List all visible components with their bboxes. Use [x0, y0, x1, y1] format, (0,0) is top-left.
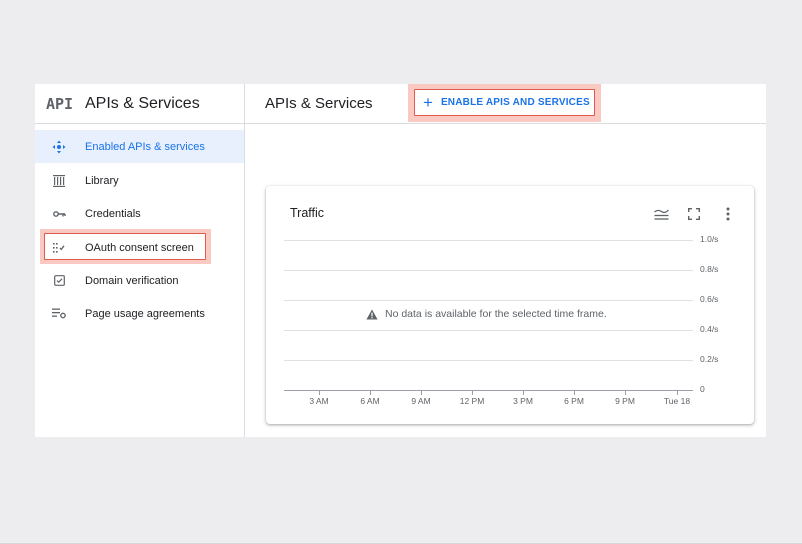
sidebar-item-enabled-apis[interactable]: Enabled APIs & services: [35, 130, 244, 163]
x-tick: [421, 391, 422, 395]
y-tick-label: 0.2/s: [700, 354, 719, 364]
traffic-card: Traffic 1.0/s 0.8/s 0.6/s 0.4/s 0.2/s 0 …: [266, 186, 754, 424]
page-header: APIs & Services + ENABLE APIS AND SERVIC…: [245, 84, 766, 124]
gridline: [284, 360, 693, 361]
fullscreen-icon[interactable]: [686, 206, 702, 222]
x-tick-label: 9 PM: [615, 396, 635, 406]
sidebar-item-label: Enabled APIs & services: [85, 140, 205, 153]
no-data-text: No data is available for the selected ti…: [385, 308, 607, 320]
plus-icon: +: [423, 93, 433, 112]
sidebar-title: APIs & Services: [85, 94, 200, 112]
x-tick-label: 12 PM: [459, 396, 485, 406]
enable-button-highlight: + ENABLE APIS AND SERVICES: [408, 84, 601, 122]
traffic-card-title: Traffic: [290, 206, 325, 220]
settings-list-icon: [52, 307, 66, 321]
warning-icon: [366, 309, 378, 319]
y-tick-label: 0.4/s: [700, 324, 719, 334]
sidebar-item-label: Page usage agreements: [85, 307, 205, 320]
x-tick: [677, 391, 678, 395]
gridline: [284, 240, 693, 241]
sidebar-item-page-usage[interactable]: Page usage agreements: [35, 297, 244, 330]
enabled-apis-icon: [52, 140, 66, 154]
app-window: API APIs & Services Enabled APIs & servi…: [35, 84, 766, 437]
x-tick-label: 6 AM: [360, 396, 380, 406]
library-icon: [52, 174, 66, 188]
gridline: [284, 330, 693, 331]
checkbox-icon: [52, 274, 66, 288]
y-tick-label: 1.0/s: [700, 234, 719, 244]
x-tick: [625, 391, 626, 395]
sidebar-header: API APIs & Services: [35, 84, 244, 124]
page-title: APIs & Services: [265, 95, 373, 112]
x-tick-label: 3 AM: [309, 396, 329, 406]
x-axis: [284, 390, 693, 391]
x-tick-label: 9 AM: [411, 396, 431, 406]
sidebar-item-credentials[interactable]: Credentials: [35, 197, 244, 230]
gridline: [284, 270, 693, 271]
x-tick-label: Tue 18: [663, 396, 691, 406]
no-data-message: No data is available for the selected ti…: [366, 308, 607, 320]
y-tick-label: 0.6/s: [700, 294, 719, 304]
gridline: [284, 300, 693, 301]
x-tick: [472, 391, 473, 395]
y-tick-label: 0: [700, 384, 705, 394]
sidebar-item-library[interactable]: Library: [35, 164, 244, 197]
x-tick-label: 3 PM: [513, 396, 533, 406]
sidebar: API APIs & Services Enabled APIs & servi…: [35, 84, 245, 437]
x-tick: [370, 391, 371, 395]
y-tick-label: 0.8/s: [700, 264, 719, 274]
more-options-icon[interactable]: [720, 206, 736, 222]
sidebar-item-oauth-consent[interactable]: OAuth consent screen: [35, 231, 244, 264]
sidebar-item-label: OAuth consent screen: [85, 241, 194, 254]
sidebar-item-label: Credentials: [85, 207, 141, 220]
legend-icon[interactable]: [653, 206, 669, 222]
x-tick: [319, 391, 320, 395]
sidebar-item-label: Domain verification: [85, 274, 179, 287]
enable-apis-label: ENABLE APIS AND SERVICES: [440, 97, 590, 108]
x-tick: [523, 391, 524, 395]
api-logo: API: [46, 94, 74, 113]
key-icon: [52, 207, 66, 221]
sidebar-item-label: Library: [85, 174, 119, 187]
x-tick: [574, 391, 575, 395]
sidebar-item-domain-verification[interactable]: Domain verification: [35, 264, 244, 297]
enable-apis-button[interactable]: + ENABLE APIS AND SERVICES: [414, 89, 595, 116]
main-content: APIs & Services + ENABLE APIS AND SERVIC…: [245, 84, 766, 437]
x-tick-label: 6 PM: [564, 396, 584, 406]
consent-icon: [52, 241, 66, 255]
